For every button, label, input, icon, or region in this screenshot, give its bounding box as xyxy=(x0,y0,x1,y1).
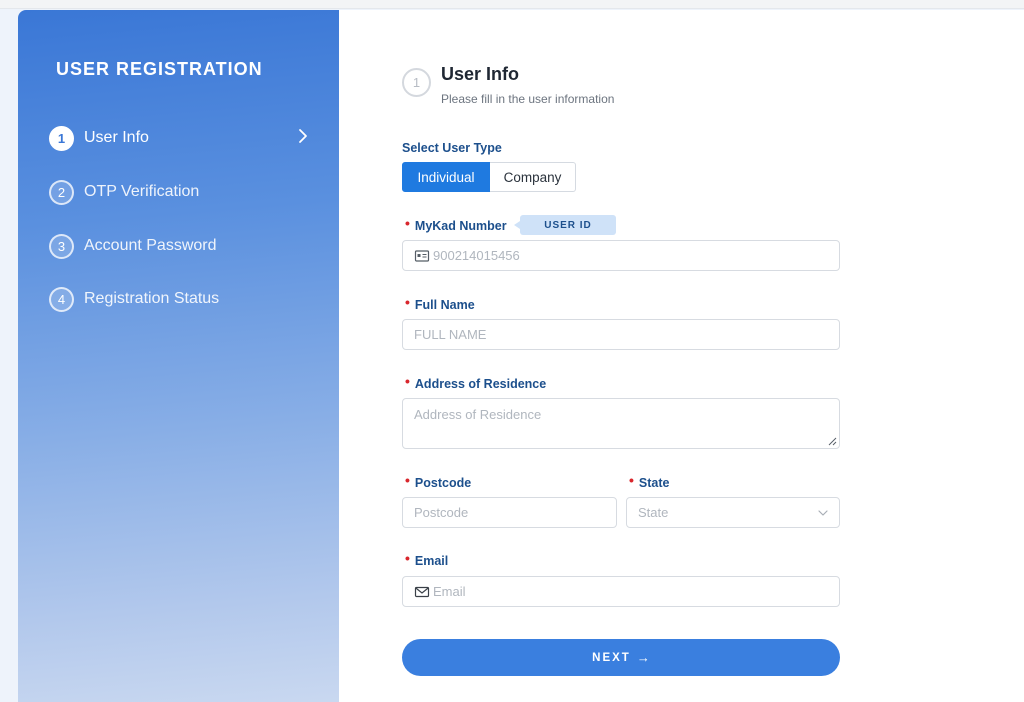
sidebar: USER REGISTRATION 1 User Info 2 OTP Veri… xyxy=(18,10,339,702)
step-number: 3 xyxy=(49,233,74,259)
mykad-field[interactable] xyxy=(402,240,840,271)
state-label: • State xyxy=(629,472,670,491)
step-label: User Info xyxy=(84,129,149,146)
step-number: 4 xyxy=(49,286,74,312)
next-button[interactable]: NEXT → xyxy=(402,639,840,676)
required-marker: • xyxy=(405,373,410,389)
state-select[interactable]: State xyxy=(626,497,840,528)
step-number: 2 xyxy=(49,179,74,205)
sidebar-title: USER REGISTRATION xyxy=(56,59,263,79)
chevron-right-icon xyxy=(299,129,307,143)
mykad-label-text: MyKad Number xyxy=(414,219,507,233)
required-marker: • xyxy=(405,294,410,310)
user-type-toggle: Individual Company xyxy=(402,162,576,192)
state-placeholder: State xyxy=(638,505,669,520)
postcode-label: • Postcode xyxy=(405,472,472,491)
registration-page: USER REGISTRATION 1 User Info 2 OTP Veri… xyxy=(18,10,1024,702)
mykad-label: • MyKad Number xyxy=(405,215,507,234)
postcode-input[interactable] xyxy=(414,505,616,520)
arrow-right-icon: → xyxy=(636,650,650,665)
address-input[interactable] xyxy=(403,399,839,448)
full-name-field[interactable] xyxy=(402,319,840,350)
address-label-text: Address of Residence xyxy=(414,377,547,391)
step-otp-verification[interactable]: 2 OTP Verification xyxy=(49,179,309,205)
step-label: Registration Status xyxy=(84,290,220,307)
address-label: • Address of Residence xyxy=(405,373,547,392)
email-label-text: Email xyxy=(414,554,449,568)
required-marker: • xyxy=(405,215,410,231)
email-input[interactable] xyxy=(433,584,839,599)
resize-handle-icon[interactable] xyxy=(828,437,837,446)
id-card-icon xyxy=(414,249,430,262)
email-field[interactable] xyxy=(402,576,840,607)
chevron-down-icon xyxy=(818,510,828,516)
step-user-info[interactable]: 1 User Info xyxy=(49,125,309,151)
required-marker: • xyxy=(405,472,410,488)
state-label-text: State xyxy=(638,476,670,490)
page-subtitle: Please fill in the user information xyxy=(441,92,615,106)
step-label: OTP Verification xyxy=(84,183,200,200)
mykad-input[interactable] xyxy=(433,248,839,263)
individual-option[interactable]: Individual xyxy=(402,162,490,192)
postcode-field[interactable] xyxy=(402,497,617,528)
user-type-label: Select User Type xyxy=(402,141,502,155)
page-title: User Info xyxy=(441,64,520,84)
required-marker: • xyxy=(629,472,634,488)
current-step-indicator: 1 xyxy=(402,68,431,97)
envelope-icon xyxy=(414,586,430,597)
step-number: 1 xyxy=(49,125,74,151)
postcode-label-text: Postcode xyxy=(414,476,472,490)
user-id-badge: USER ID xyxy=(514,215,616,235)
full-name-label-text: Full Name xyxy=(414,298,475,312)
full-name-label: • Full Name xyxy=(405,294,475,313)
required-marker: • xyxy=(405,550,410,566)
company-option[interactable]: Company xyxy=(490,162,576,192)
step-label: Account Password xyxy=(84,237,217,254)
step-account-password[interactable]: 3 Account Password xyxy=(49,233,309,259)
step-registration-status[interactable]: 4 Registration Status xyxy=(49,286,309,312)
address-field[interactable] xyxy=(402,398,840,449)
browser-top-strip xyxy=(0,0,1024,9)
full-name-input[interactable] xyxy=(414,327,839,342)
email-label: • Email xyxy=(405,550,449,569)
next-button-label: NEXT xyxy=(592,651,631,664)
form-panel: 1 User Info Please fill in the user info… xyxy=(339,10,1024,702)
